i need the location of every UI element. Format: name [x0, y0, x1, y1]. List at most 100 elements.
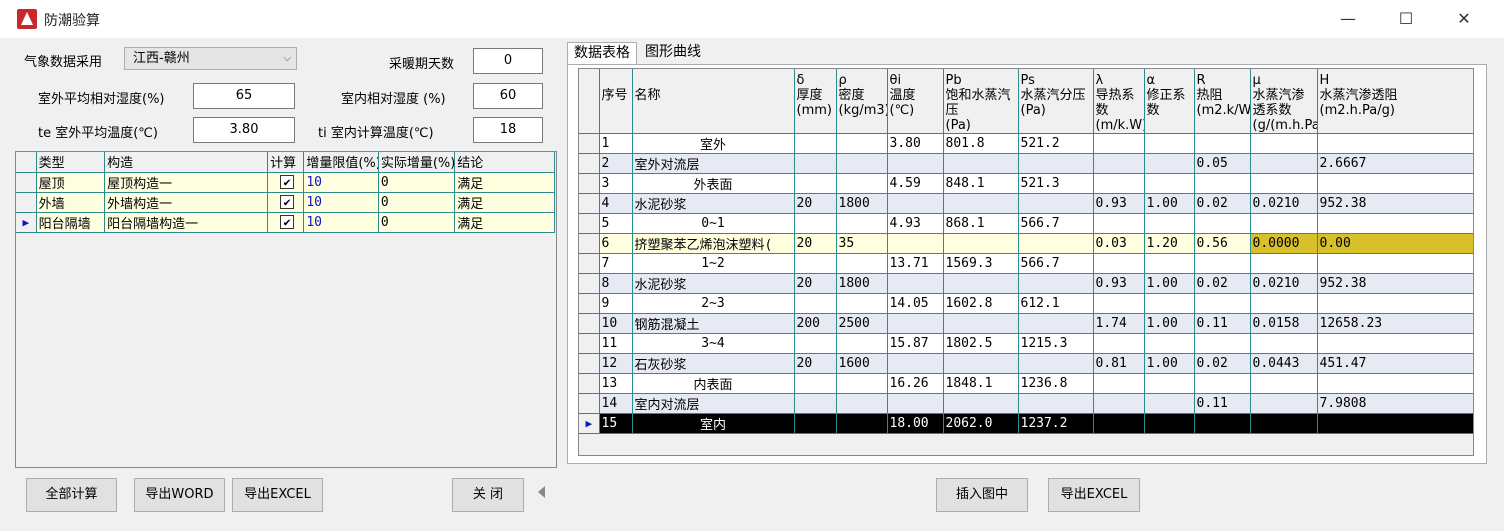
seq-cell[interactable]: 15 — [599, 413, 633, 434]
vapor-resistance-cell[interactable] — [1317, 133, 1473, 154]
seq-cell[interactable]: 5 — [599, 213, 633, 234]
conductivity-cell[interactable]: 0.93 — [1093, 193, 1145, 214]
conductivity-cell[interactable] — [1093, 393, 1145, 414]
density-cell[interactable]: 1800 — [836, 193, 888, 214]
limit-cell[interactable]: 10 — [303, 192, 379, 213]
density-cell[interactable] — [836, 393, 888, 414]
table-row[interactable]: ▶ 阳台隔墙 阳台隔墙构造一 ✔ 10 0 满足 — [16, 212, 555, 233]
conductivity-cell[interactable]: 1.74 — [1093, 313, 1145, 334]
temp-cell[interactable] — [887, 273, 944, 294]
conductivity-cell[interactable] — [1093, 153, 1145, 174]
sat-pressure-cell[interactable]: 1569.3 — [943, 253, 1019, 274]
conductivity-cell[interactable] — [1093, 213, 1145, 234]
temp-cell[interactable]: 13.71 — [887, 253, 944, 274]
density-cell[interactable] — [836, 173, 888, 194]
sat-pressure-cell[interactable] — [943, 393, 1019, 414]
conductivity-cell[interactable] — [1093, 413, 1145, 434]
correction-cell[interactable] — [1144, 253, 1195, 274]
resistance-cell[interactable]: 0.02 — [1194, 193, 1251, 214]
vapor-resistance-cell[interactable] — [1317, 173, 1473, 194]
temp-cell[interactable]: 4.59 — [887, 173, 944, 194]
resistance-cell[interactable] — [1194, 133, 1251, 154]
correction-cell[interactable] — [1144, 173, 1195, 194]
vapor-resistance-cell[interactable]: 451.47 — [1317, 353, 1473, 374]
vapor-resistance-cell[interactable] — [1317, 293, 1473, 314]
vapor-resistance-cell[interactable] — [1317, 253, 1473, 274]
correction-cell[interactable] — [1144, 373, 1195, 394]
type-cell[interactable]: 屋顶 — [36, 172, 106, 193]
thickness-cell[interactable] — [794, 413, 837, 434]
col-header-density[interactable]: ρ 密度 (kg/m3) — [836, 69, 888, 134]
permeability-cell[interactable]: 0.0158 — [1250, 313, 1318, 334]
thickness-cell[interactable] — [794, 253, 837, 274]
construct-cell[interactable]: 外墙构造一 — [104, 192, 269, 213]
resistance-cell[interactable]: 0.56 — [1194, 233, 1251, 254]
seq-cell[interactable]: 8 — [599, 273, 633, 294]
density-cell[interactable] — [836, 153, 888, 174]
permeability-cell[interactable] — [1250, 293, 1318, 314]
seq-cell[interactable]: 11 — [599, 333, 633, 354]
correction-cell[interactable] — [1144, 153, 1195, 174]
seq-cell[interactable]: 2 — [599, 153, 633, 174]
thickness-cell[interactable] — [794, 293, 837, 314]
conductivity-cell[interactable] — [1093, 333, 1145, 354]
table-row[interactable]: 屋顶 屋顶构造一 ✔ 10 0 满足 — [16, 172, 555, 193]
weather-select[interactable]: 江西-赣州 ⌵ — [124, 47, 297, 70]
density-cell[interactable] — [836, 253, 888, 274]
table-row[interactable]: 3 外表面 4.59 848.1 521.3 — [579, 173, 1473, 194]
thickness-cell[interactable]: 20 — [794, 193, 837, 214]
conductivity-cell[interactable] — [1093, 173, 1145, 194]
resistance-cell[interactable] — [1194, 173, 1251, 194]
col-header-thickness[interactable]: δ 厚度 (mm) — [794, 69, 837, 134]
permeability-cell[interactable]: 0.0210 — [1250, 193, 1318, 214]
col-header-construct[interactable]: 构造 — [104, 152, 269, 173]
thickness-cell[interactable] — [794, 333, 837, 354]
temp-cell[interactable] — [887, 233, 944, 254]
col-header-resistance[interactable]: R热阻(m2.k/W) — [1194, 69, 1251, 134]
vapor-resistance-cell[interactable]: 7.9808 — [1317, 393, 1473, 414]
density-cell[interactable] — [836, 373, 888, 394]
density-cell[interactable] — [836, 293, 888, 314]
sat-pressure-cell[interactable] — [943, 273, 1019, 294]
calc-checkbox[interactable]: ✔ — [280, 214, 295, 229]
export-excel-right-button[interactable]: 导出EXCEL — [1048, 478, 1140, 512]
permeability-cell[interactable] — [1250, 413, 1318, 434]
density-cell[interactable] — [836, 213, 888, 234]
density-cell[interactable] — [836, 413, 888, 434]
thickness-cell[interactable] — [794, 373, 837, 394]
thickness-cell[interactable]: 20 — [794, 353, 837, 374]
name-cell[interactable]: 3~4 — [632, 333, 795, 354]
permeability-cell[interactable] — [1250, 333, 1318, 354]
type-cell[interactable]: 外墙 — [36, 192, 106, 213]
vapor-pressure-cell[interactable]: 566.7 — [1018, 253, 1094, 274]
table-row[interactable]: 8 水泥砂浆 20 1800 0.93 1.00 0.02 0.0210 952.38 — [579, 273, 1473, 294]
density-cell[interactable] — [836, 333, 888, 354]
temp-cell[interactable] — [887, 313, 944, 334]
correction-cell[interactable]: 1.00 — [1144, 193, 1195, 214]
vapor-pressure-cell[interactable] — [1018, 353, 1094, 374]
vapor-pressure-cell[interactable] — [1018, 193, 1094, 214]
thickness-cell[interactable] — [794, 213, 837, 234]
table-row[interactable]: ▶ 15 室内 18.00 2062.0 1237.2 — [579, 413, 1473, 434]
permeability-cell[interactable] — [1250, 373, 1318, 394]
table-row[interactable]: 11 3~4 15.87 1802.5 1215.3 — [579, 333, 1473, 354]
correction-cell[interactable] — [1144, 413, 1195, 434]
permeability-cell[interactable] — [1250, 253, 1318, 274]
sat-pressure-cell[interactable]: 801.8 — [943, 133, 1019, 154]
vapor-pressure-cell[interactable] — [1018, 273, 1094, 294]
permeability-cell[interactable] — [1250, 133, 1318, 154]
seq-cell[interactable]: 13 — [599, 373, 633, 394]
conductivity-cell[interactable]: 0.93 — [1093, 273, 1145, 294]
indoor-temp-input[interactable]: 18 — [473, 117, 543, 143]
insert-chart-button[interactable]: 插入图中 — [936, 478, 1028, 512]
seq-cell[interactable]: 9 — [599, 293, 633, 314]
thickness-cell[interactable] — [794, 173, 837, 194]
col-header-actual[interactable]: 实际增量(%) — [378, 152, 456, 173]
name-cell[interactable]: 石灰砂浆 — [632, 353, 795, 374]
temp-cell[interactable]: 15.87 — [887, 333, 944, 354]
conductivity-cell[interactable]: 0.81 — [1093, 353, 1145, 374]
calc-checkbox[interactable]: ✔ — [280, 174, 295, 189]
thickness-cell[interactable] — [794, 133, 837, 154]
seq-cell[interactable]: 3 — [599, 173, 633, 194]
vapor-resistance-cell[interactable]: 2.6667 — [1317, 153, 1473, 174]
